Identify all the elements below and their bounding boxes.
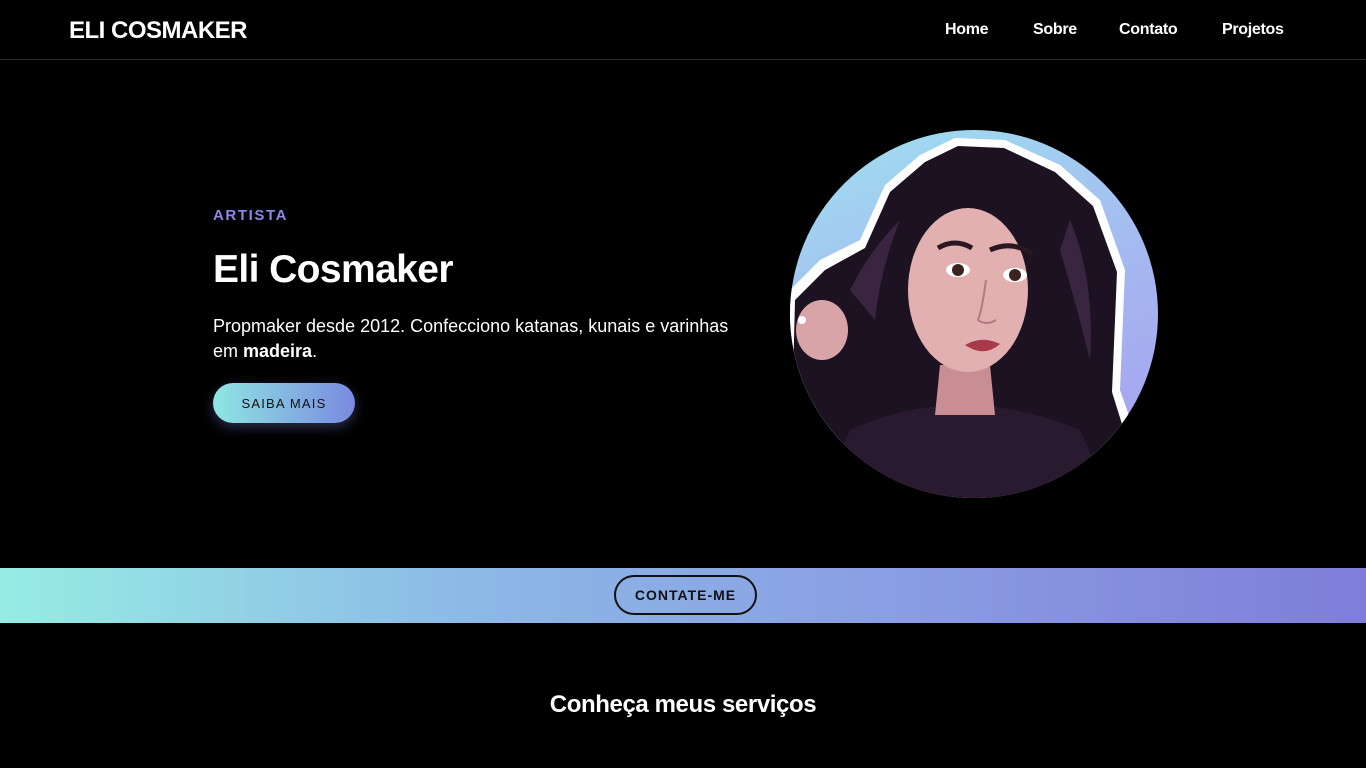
profile-portrait <box>790 130 1158 498</box>
hero-description-end: . <box>312 341 318 361</box>
hero-description: Propmaker desde 2012. Confecciono katana… <box>213 314 733 364</box>
portrait-illustration <box>790 138 1158 498</box>
services-heading: Conheça meus serviços <box>549 691 817 718</box>
nav-link-projetos[interactable]: Projetos <box>1222 21 1284 39</box>
nav-link-contato[interactable]: Contato <box>1119 21 1178 39</box>
hero-description-bold: madeira <box>243 341 313 361</box>
navbar: ELI COSMAKER Home Sobre Contato Projetos <box>0 0 1366 60</box>
saiba-mais-button[interactable]: SAIBA MAIS <box>213 383 355 423</box>
brand-logo[interactable]: ELI COSMAKER <box>69 17 248 45</box>
contate-me-button[interactable]: CONTATE-ME <box>614 575 757 615</box>
nav-link-sobre[interactable]: Sobre <box>1033 21 1077 39</box>
hero-title: Eli Cosmaker <box>213 248 454 291</box>
nav-link-home[interactable]: Home <box>945 21 989 39</box>
hero-eyebrow: ARTISTA <box>213 207 289 224</box>
